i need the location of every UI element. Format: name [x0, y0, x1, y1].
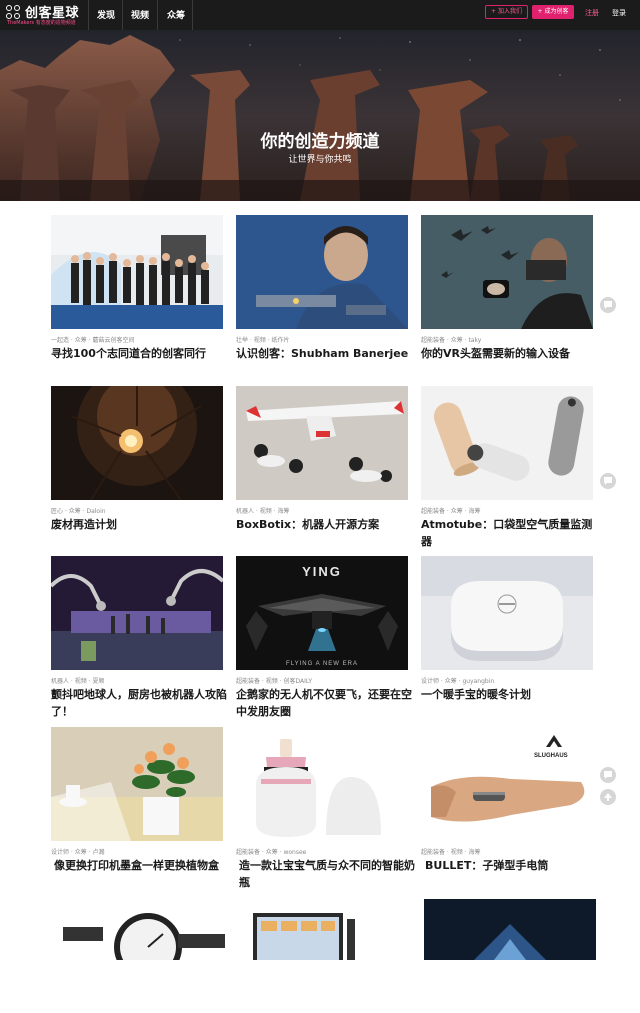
- card-thumbnail[interactable]: [236, 727, 408, 841]
- card-meta: 超能装备 · 视频 · 海筹: [421, 849, 481, 856]
- card-meta: 壮举 · 视频 · 纸作片: [236, 337, 290, 344]
- comment-icon[interactable]: [600, 767, 616, 783]
- card-title[interactable]: 废材再造计划: [51, 516, 229, 533]
- card-thumbnail[interactable]: [421, 556, 593, 670]
- card-meta: 一起造 · 众筹 · 蘑菇云创客空间: [51, 337, 135, 344]
- hero-background-image: [0, 30, 640, 201]
- become-creator-button[interactable]: + 成为创客: [532, 5, 574, 19]
- card-thumbnail[interactable]: [421, 215, 593, 329]
- card-meta: 匠心 · 众筹 · Daloin: [51, 508, 106, 515]
- card-title[interactable]: 你的VR头盔需要新的输入设备: [421, 345, 599, 362]
- drone-brand-text: YING: [302, 564, 342, 579]
- nav-divider: [88, 0, 89, 30]
- card-thumbnail[interactable]: [236, 215, 408, 329]
- top-nav-bar: 创客星球 TheMakers 有态度的造物频道 发现 视频 众筹 + 加入我们 …: [0, 0, 640, 30]
- nav-divider: [157, 0, 158, 30]
- card-title[interactable]: 寻找100个志同道合的创客同行: [51, 345, 229, 362]
- card-title[interactable]: 像更换打印机墨盒一样更换植物盒: [54, 857, 232, 874]
- card-thumbnail[interactable]: [51, 386, 223, 500]
- nav-crowdfunding[interactable]: 众筹: [167, 8, 185, 21]
- hero-subtitle: 让世界与你共鸣: [288, 155, 352, 165]
- card-thumbnail[interactable]: [51, 727, 223, 841]
- site-logo[interactable]: 创客星球 TheMakers 有态度的造物频道: [6, 3, 86, 27]
- drone-tagline-text: FLYING A NEW ERA: [286, 661, 358, 667]
- logo-subtitle: TheMakers 有态度的造物频道: [7, 20, 76, 26]
- back-to-top-icon[interactable]: [600, 789, 616, 805]
- card-thumbnail[interactable]: [421, 386, 593, 500]
- card-title[interactable]: 企鹅家的无人机不仅要飞，还要在空中发朋友圈: [236, 686, 414, 720]
- card-title[interactable]: 一个暖手宝的暖冬计划: [421, 686, 599, 703]
- nav-video[interactable]: 视频: [131, 8, 149, 21]
- card-thumbnail[interactable]: YING FLYING A NEW ERA: [236, 556, 408, 670]
- card-title[interactable]: 颤抖吧地球人，厨房也被机器人攻陷了！: [51, 686, 229, 720]
- comment-icon[interactable]: [600, 297, 616, 313]
- login-link[interactable]: 登录: [612, 8, 626, 18]
- card-meta: 设计师 · 众筹 · 卢瀚: [51, 849, 105, 856]
- card-meta: 超能装备 · 视频 · 创客DAILY: [236, 678, 313, 685]
- card-thumbnail[interactable]: [239, 899, 411, 1013]
- comment-icon[interactable]: [600, 473, 616, 489]
- card-title[interactable]: BoxBotix：机器人开源方案: [236, 516, 414, 533]
- nav-divider: [122, 0, 123, 30]
- card-thumbnail[interactable]: [51, 215, 223, 329]
- card-meta: 超能装备 · 众筹 · wonsee: [236, 849, 307, 856]
- card-meta: 机器人 · 视频 · 夏顺: [51, 678, 105, 685]
- card-meta: 超能装备 · 众筹 · 海筹: [421, 508, 481, 515]
- card-thumbnail[interactable]: [424, 899, 596, 1013]
- card-meta: 机器人 · 视频 · 海筹: [236, 508, 290, 515]
- card-title[interactable]: 造一款让宝宝气质与众不同的智能奶瓶: [239, 857, 417, 891]
- slughaus-brand-text: SLUGHAUS: [534, 753, 568, 759]
- join-us-button[interactable]: + 加入我们: [485, 5, 528, 19]
- card-meta: 设计师 · 众筹 · guyangbin: [421, 678, 495, 685]
- nav-discover[interactable]: 发现: [97, 8, 115, 21]
- card-thumbnail[interactable]: [236, 386, 408, 500]
- hero-banner: 你的创造力频道 让世界与你共鸣: [0, 30, 640, 201]
- card-title[interactable]: 认识创客：Shubham Banerjee: [236, 345, 414, 362]
- card-meta: 超能装备 · 众筹 · taky: [421, 337, 482, 344]
- nav-divider: [192, 0, 193, 30]
- card-thumbnail[interactable]: SLUGHAUS: [421, 727, 593, 841]
- hero-title: 你的创造力频道: [260, 132, 380, 152]
- card-thumbnail[interactable]: [51, 556, 223, 670]
- register-link[interactable]: 注册: [585, 8, 599, 18]
- card-thumbnail[interactable]: [53, 899, 225, 1013]
- card-title[interactable]: BULLET：子弹型手电筒: [425, 857, 603, 874]
- card-title[interactable]: Atmotube：口袋型空气质量监测器: [421, 516, 599, 550]
